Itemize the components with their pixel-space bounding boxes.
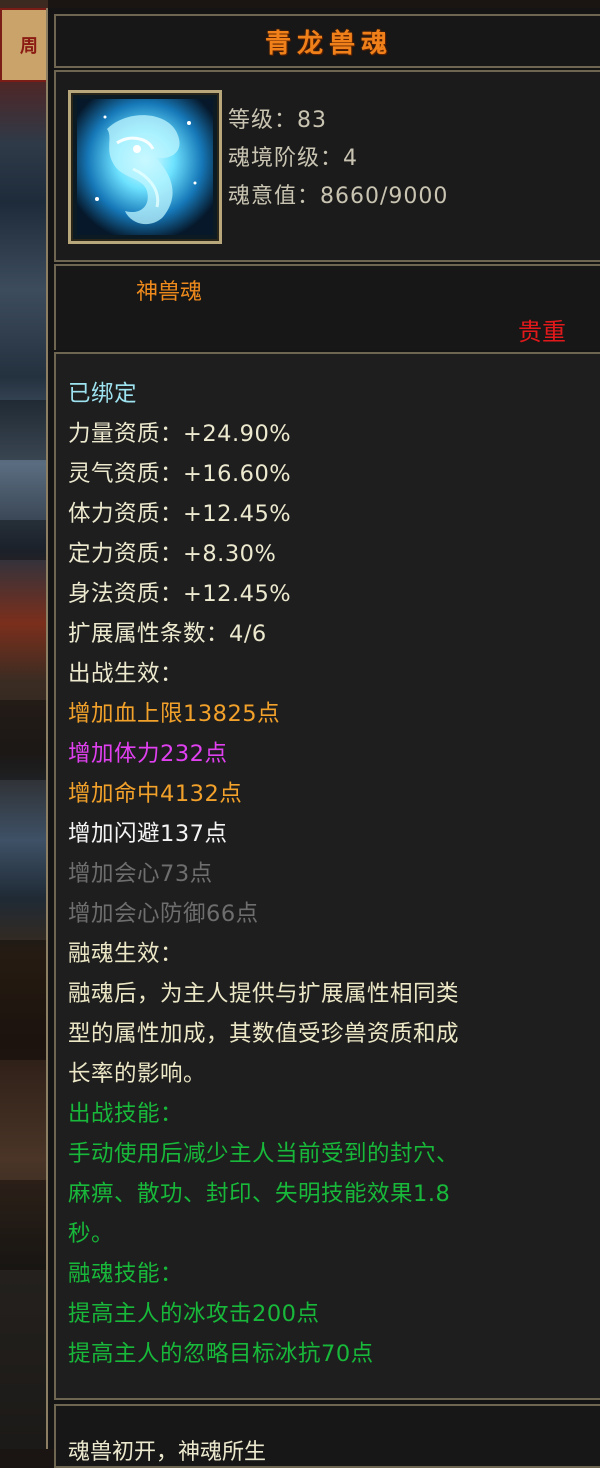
tooltip-title-bar: 青龙兽魂 [54, 14, 600, 68]
attribute-value: 4/6 [229, 621, 267, 647]
level-label: 等级： [228, 108, 298, 133]
item-type-bar: 神兽魂 贵重 [54, 264, 600, 350]
attribute-line: 体力资质：+12.45% [68, 494, 590, 534]
attribute-label: 定力资质： [68, 541, 184, 567]
fusion-effect-desc: 融魂后，为主人提供与扩展属性相同类 [68, 981, 460, 1007]
attribute-value: +16.60% [183, 461, 292, 487]
fusion-effect-desc: 型的属性加成，其数值受珍兽资质和成 [68, 1021, 460, 1047]
battle-skill-desc: 麻痹、散功、封印、失明技能效果1.8 [68, 1181, 451, 1207]
azure-dragon-soul-icon [68, 90, 222, 244]
item-tooltip: 青龙兽魂 等级：83 魂境阶级：4 魂意值：8660/9000 神兽魂 贵重 已… [46, 8, 600, 1468]
attribute-line: 定力资质：+8.30% [68, 534, 590, 574]
flavor-text: 魂兽初开，神魂所生 [68, 1440, 267, 1465]
battle-skill-desc: 手动使用后减少主人当前受到的封穴、 [68, 1141, 460, 1167]
battle-skill-desc: 秒。 [68, 1221, 115, 1247]
attribute-label: 体力资质： [68, 501, 184, 527]
battle-effect-line: 增加会心防御66点 [68, 901, 259, 927]
battle-effect-line: 增加体力232点 [68, 741, 228, 767]
fusion-skill-line: 提高主人的忽略目标冰抗70点 [68, 1341, 374, 1367]
background-banner: 周 [0, 8, 48, 82]
bound-status: 已绑定 [68, 381, 138, 407]
battle-effect-line: 增加会心73点 [68, 861, 213, 887]
level-line: 等级：83 [228, 102, 448, 140]
tier-line: 魂境阶级：4 [228, 140, 448, 178]
battle-skill-title: 出战技能： [68, 1101, 184, 1127]
tier-label: 魂境阶级： [228, 146, 344, 171]
battle-effect-line: 增加命中4132点 [68, 781, 243, 807]
attribute-value: +24.90% [183, 421, 292, 447]
fusion-effect-title: 融魂生效： [68, 941, 184, 967]
level-value: 83 [297, 108, 328, 133]
attribute-value: +12.45% [183, 501, 292, 527]
attribute-value: +12.45% [183, 581, 292, 607]
attribute-label: 身法资质： [68, 581, 184, 607]
game-background: 周 [0, 0, 48, 1449]
soul-value: 8660/9000 [320, 184, 449, 209]
attribute-label: 扩展属性条数： [68, 621, 230, 647]
battle-effect-line: 增加血上限13825点 [68, 701, 281, 727]
item-title: 青龙兽魂 [264, 28, 393, 59]
attribute-line: 力量资质：+24.90% [68, 414, 590, 454]
item-stats: 等级：83 魂境阶级：4 魂意值：8660/9000 [228, 102, 448, 216]
attribute-line: 身法资质：+12.45% [68, 574, 590, 614]
attribute-value: +8.30% [183, 541, 277, 567]
soul-value-line: 魂意值：8660/9000 [228, 178, 448, 216]
fusion-effect-desc: 长率的影响。 [68, 1061, 207, 1087]
soul-label: 魂意值： [228, 184, 321, 209]
item-type-label: 神兽魂 [136, 280, 203, 305]
item-flavor-box: 魂兽初开，神魂所生 [54, 1404, 600, 1468]
attribute-label: 力量资质： [68, 421, 184, 447]
battle-effect-line: 增加闪避137点 [68, 821, 228, 847]
attribute-line: 扩展属性条数：4/6 [68, 614, 590, 654]
battle-effect-title: 出战生效： [68, 661, 184, 687]
fusion-skill-title: 融魂技能： [68, 1261, 184, 1287]
tier-value: 4 [343, 146, 359, 171]
attribute-line: 灵气资质：+16.60% [68, 454, 590, 494]
rarity-label: 贵重 [518, 318, 566, 346]
item-header: 等级：83 魂境阶级：4 魂意值：8660/9000 [54, 70, 600, 262]
attribute-label: 灵气资质： [68, 461, 184, 487]
fusion-skill-line: 提高主人的冰攻击200点 [68, 1301, 320, 1327]
item-description: 已绑定 力量资质：+24.90% 灵气资质：+16.60% 体力资质：+12.4… [54, 352, 600, 1400]
